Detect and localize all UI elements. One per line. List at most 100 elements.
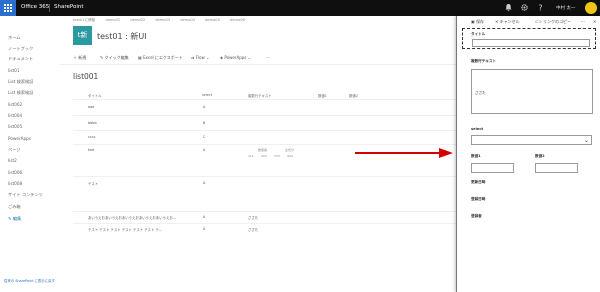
column-header-num2[interactable]: 数値2 xyxy=(349,93,358,98)
nav-item-pages[interactable]: ページ xyxy=(8,147,20,153)
nav-item-site-contents[interactable]: サイト コンテンツ xyxy=(8,192,43,198)
export-excel-button[interactable]: ▦ Excel にエクスポート xyxy=(138,55,183,61)
powerapps-button[interactable]: ◈ PowerApps ⌄ xyxy=(220,55,251,60)
cancel-button[interactable]: ✕ キャンセル xyxy=(495,19,520,25)
table-row[interactable]: テスト テスト テスト テスト テスト テスト テ... A ささた xyxy=(73,223,456,235)
select-dropdown[interactable]: ⌄ xyxy=(471,135,592,145)
row-title[interactable]: aaa xyxy=(88,105,94,109)
subtable-value: 111 xyxy=(248,154,254,158)
column-header-multiline[interactable]: 複数行テキスト xyxy=(248,93,272,98)
quick-edit-label: クイック編集 xyxy=(104,55,129,60)
new-item-button[interactable]: ＋ 新規 xyxy=(73,55,86,61)
suite-bar: Office 365 SharePoint ? 中村 太一 xyxy=(0,0,600,16)
nav-item-list2[interactable]: list2 xyxy=(8,158,17,163)
breadcrumb-item[interactable]: demo02 xyxy=(130,18,145,22)
row-multiline-text: ささた xyxy=(248,216,259,220)
app-launcher-button[interactable] xyxy=(0,0,16,16)
office365-brand[interactable]: Office 365 xyxy=(21,4,49,10)
breadcrumb-item[interactable]: demo05 xyxy=(205,18,220,22)
nav-item-documents[interactable]: ドキュメント xyxy=(8,56,33,62)
link-icon: ⊂⊃ xyxy=(535,19,543,24)
title-input[interactable] xyxy=(472,39,590,47)
cancel-label: キャンセル xyxy=(499,19,520,24)
subtable-value: 444 xyxy=(287,154,293,158)
nav-item-home[interactable]: ホーム xyxy=(8,35,20,41)
nav-item-list004[interactable]: list004 xyxy=(8,113,22,118)
command-bar: ＋ 新規 ✎ クイック編集 ▦ Excel にエクスポート ⇉ Flow ⌄ ◈… xyxy=(60,53,456,65)
nav-edit-link[interactable]: ✎ 編集 xyxy=(8,216,21,222)
breadcrumb-item[interactable]: demo01 xyxy=(105,18,120,22)
nav-item-notebook[interactable]: ノートブック xyxy=(8,46,33,52)
table-row[interactable]: あいうえおあいうえおあいうえおあいうえおあいうえお... A ささた xyxy=(73,211,456,223)
breadcrumb-item[interactable]: demo06 xyxy=(230,18,245,22)
row-title[interactable]: bbbb xyxy=(88,121,97,125)
row-select: A xyxy=(203,105,206,109)
breadcrumb-item[interactable]: demo03 xyxy=(155,18,170,22)
row-title[interactable]: cccc xyxy=(88,135,95,139)
nav-item-recycle-bin[interactable]: ごみ箱 xyxy=(8,204,21,210)
site-title[interactable]: test01 : 新UI xyxy=(97,31,147,42)
svg-text:?: ? xyxy=(538,4,542,13)
copy-link-button[interactable]: ⊂⊃ リンクのコピー xyxy=(535,19,571,25)
row-select: B xyxy=(203,121,206,125)
column-header-num1[interactable]: 数値1 xyxy=(318,93,327,98)
classic-view-link[interactable]: 従来の SharePoint に表示に戻す xyxy=(4,278,55,283)
panel-more-button[interactable]: ··· xyxy=(581,19,585,24)
multiline-value: ささた xyxy=(475,91,486,95)
num1-field-label: 数値1 xyxy=(471,154,481,158)
nav-item-list-search-2[interactable]: List 検索検証 xyxy=(8,90,33,96)
nav-item-list002[interactable]: list002 xyxy=(8,102,22,107)
subtable-value: 222 xyxy=(261,154,267,158)
gear-icon[interactable] xyxy=(520,3,529,12)
site-logo[interactable]: t新 xyxy=(73,26,92,45)
help-icon[interactable]: ? xyxy=(536,3,545,13)
num2-input[interactable] xyxy=(535,163,578,173)
row-title[interactable]: テスト xyxy=(88,181,98,186)
table-row[interactable]: cccc C xyxy=(73,130,456,144)
bell-icon[interactable] xyxy=(504,3,513,12)
panel-close-icon[interactable]: ✕ xyxy=(593,19,596,24)
num1-input[interactable] xyxy=(471,163,514,173)
column-header-select[interactable]: select xyxy=(202,93,212,97)
table-row[interactable]: bbbb B xyxy=(73,115,456,130)
chevron-down-icon: ⌄ xyxy=(583,137,589,144)
subtable-header: 全式分 xyxy=(285,148,295,152)
column-header-title[interactable]: タイトル xyxy=(88,93,102,98)
nav-item-list01[interactable]: list01 xyxy=(8,68,19,73)
more-commands-button[interactable]: ··· xyxy=(266,55,270,60)
row-select: A xyxy=(203,215,206,219)
breadcrumb-item[interactable]: test01に移動 xyxy=(73,18,95,22)
copy-link-label: リンクのコピー xyxy=(542,19,571,24)
nav-item-powerapps[interactable]: PowerApps xyxy=(8,136,31,141)
row-select: C xyxy=(203,135,206,139)
row-title[interactable]: test xyxy=(88,148,95,152)
flow-label: Flow ⌄ xyxy=(195,55,210,60)
nav-item-list008[interactable]: list008 xyxy=(8,181,22,186)
row-title[interactable]: テスト テスト テスト テスト テスト テスト テ... xyxy=(88,227,162,232)
export-excel-label: Excel にエクスポート xyxy=(143,55,183,60)
title-field-label: タイトル xyxy=(471,32,486,36)
row-select: A xyxy=(203,181,206,185)
breadcrumb-item[interactable]: demo04 xyxy=(180,18,195,22)
user-name[interactable]: 中村 太一 xyxy=(556,5,575,11)
flow-button[interactable]: ⇉ Flow ⌄ xyxy=(191,55,209,60)
save-button[interactable]: ▣ 保存 xyxy=(471,19,484,25)
table-row[interactable]: aaa A xyxy=(73,99,456,115)
left-navigation: ホーム ノートブック ドキュメント list01 List 検索検証 List … xyxy=(0,16,58,292)
row-select: A xyxy=(203,227,206,231)
quick-edit-button[interactable]: ✎ クイック編集 xyxy=(100,55,129,61)
edit-item-panel: ▣ 保存 ✕ キャンセル ⊂⊃ リンクのコピー ··· ✕ タイトル 複数行テキ… xyxy=(456,16,600,292)
annotation-arrow xyxy=(355,148,453,158)
nav-item-list005[interactable]: list005 xyxy=(8,124,22,129)
sharepoint-app-link[interactable]: SharePoint xyxy=(54,4,84,10)
user-avatar[interactable] xyxy=(585,2,597,14)
row-multiline-text: ささた xyxy=(248,228,259,232)
multiline-field-label: 複数行テキスト xyxy=(471,59,497,63)
waffle-icon xyxy=(4,4,12,12)
save-label: 保存 xyxy=(476,19,485,24)
nav-item-list-search-1[interactable]: List 検索検証 xyxy=(8,79,33,85)
table-row[interactable]: テスト A xyxy=(73,176,456,211)
nav-item-list006[interactable]: list006 xyxy=(8,170,22,175)
multiline-textarea[interactable]: ささた xyxy=(471,69,593,114)
row-title[interactable]: あいうえおあいうえおあいうえおあいうえおあいうえお... xyxy=(88,215,176,220)
